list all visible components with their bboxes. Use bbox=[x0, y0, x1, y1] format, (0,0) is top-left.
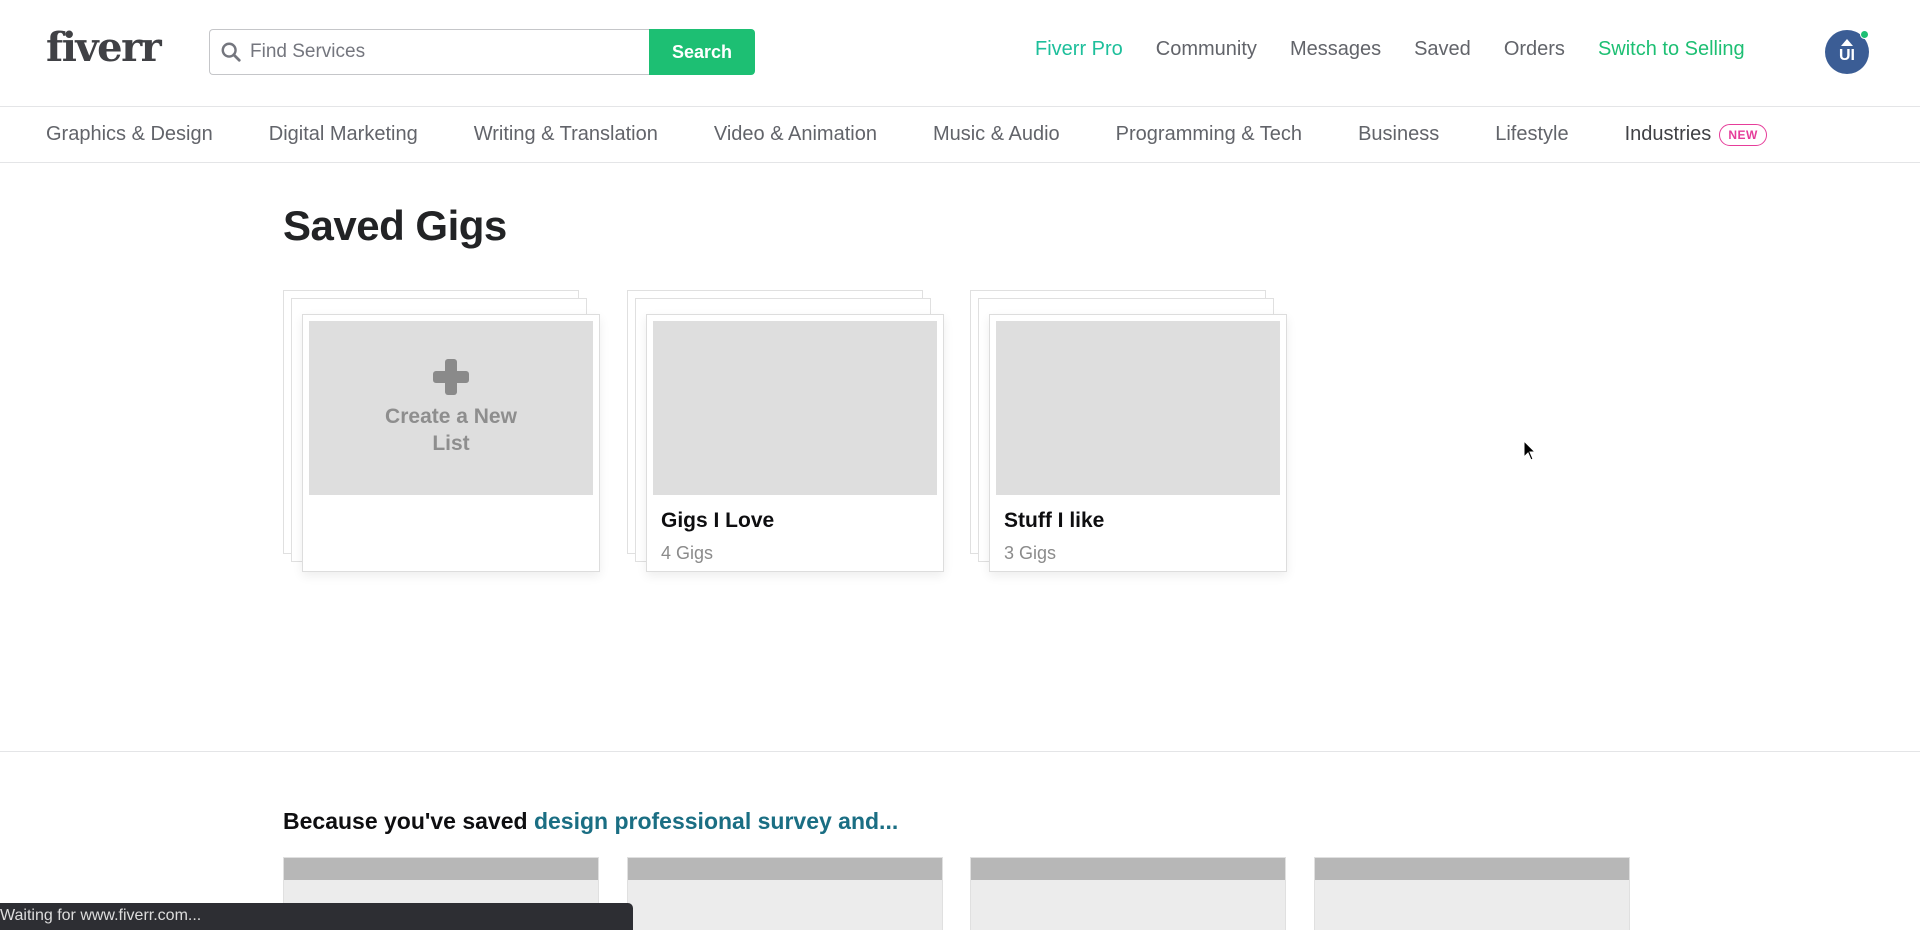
category-lifestyle[interactable]: Lifestyle bbox=[1495, 123, 1568, 146]
section-divider bbox=[0, 751, 1920, 752]
recommendations-title: Because you've saved design professional… bbox=[283, 808, 898, 835]
gig-card-placeholder[interactable] bbox=[627, 857, 943, 930]
search-icon bbox=[221, 42, 241, 62]
saved-list-card[interactable]: Gigs I Love 4 Gigs bbox=[627, 290, 944, 572]
gig-card-placeholder[interactable] bbox=[970, 857, 1286, 930]
list-count: 4 Gigs bbox=[661, 543, 714, 563]
arrow-up-icon bbox=[1841, 39, 1853, 46]
list-count: 3 Gigs bbox=[1004, 543, 1057, 563]
category-business[interactable]: Business bbox=[1358, 123, 1439, 146]
gig-card-placeholder[interactable] bbox=[1314, 857, 1630, 930]
nav-switch-to-selling[interactable]: Switch to Selling bbox=[1598, 38, 1745, 61]
create-list-content: Create a New List bbox=[309, 321, 593, 495]
category-nav: Graphics & Design Digital Marketing Writ… bbox=[0, 107, 1920, 163]
page-title: Saved Gigs bbox=[283, 202, 507, 249]
nav-saved[interactable]: Saved bbox=[1414, 38, 1471, 61]
search-input[interactable] bbox=[250, 41, 630, 63]
browser-status-bar: Waiting for www.fiverr.com... bbox=[0, 903, 633, 930]
card-thumbnail bbox=[996, 321, 1280, 495]
top-header: fiverr Search Fiverr Pro Community Messa… bbox=[0, 0, 1920, 107]
new-badge: NEW bbox=[1719, 123, 1767, 146]
category-writing-translation[interactable]: Writing & Translation bbox=[474, 123, 658, 146]
category-video-animation[interactable]: Video & Animation bbox=[714, 123, 877, 146]
online-status-dot bbox=[1860, 30, 1869, 39]
card-front: Stuff I like 3 Gigs bbox=[989, 314, 1287, 572]
plus-icon bbox=[433, 359, 469, 395]
gig-card-header bbox=[971, 858, 1285, 880]
category-graphics-design[interactable]: Graphics & Design bbox=[46, 123, 213, 146]
user-avatar[interactable]: UI bbox=[1825, 30, 1869, 74]
card-front: Gigs I Love 4 Gigs bbox=[646, 314, 944, 572]
category-music-audio[interactable]: Music & Audio bbox=[933, 123, 1060, 146]
search-button[interactable]: Search bbox=[649, 29, 755, 75]
card-front: Create a New List bbox=[302, 314, 600, 572]
recommendations-prefix: Because you've saved bbox=[283, 808, 534, 834]
card-thumbnail bbox=[653, 321, 937, 495]
mouse-cursor-icon bbox=[1523, 440, 1537, 461]
top-nav: Fiverr Pro Community Messages Saved Orde… bbox=[1035, 38, 1745, 61]
nav-orders[interactable]: Orders bbox=[1504, 38, 1565, 61]
gig-card-header bbox=[628, 858, 942, 880]
category-programming-tech[interactable]: Programming & Tech bbox=[1116, 123, 1302, 146]
search-field[interactable] bbox=[209, 29, 649, 75]
list-name: Stuff I like bbox=[1004, 509, 1105, 532]
category-industries[interactable]: Industries bbox=[1625, 123, 1712, 146]
search-bar: Search bbox=[209, 29, 755, 75]
nav-community[interactable]: Community bbox=[1156, 38, 1257, 61]
nav-fiverr-pro[interactable]: Fiverr Pro bbox=[1035, 38, 1123, 61]
recommendations-link[interactable]: design professional survey and... bbox=[534, 808, 898, 834]
avatar-initials: UI bbox=[1839, 47, 1855, 64]
category-digital-marketing[interactable]: Digital Marketing bbox=[269, 123, 418, 146]
gig-card-header bbox=[284, 858, 598, 880]
create-new-list-card[interactable]: Create a New List bbox=[283, 290, 600, 572]
create-list-label: Create a New List bbox=[385, 405, 517, 455]
fiverr-logo[interactable]: fiverr bbox=[46, 24, 162, 71]
saved-list-card[interactable]: Stuff I like 3 Gigs bbox=[970, 290, 1287, 572]
gig-card-header bbox=[1315, 858, 1629, 880]
card-thumbnail: Create a New List bbox=[309, 321, 593, 495]
nav-messages[interactable]: Messages bbox=[1290, 38, 1381, 61]
list-name: Gigs I Love bbox=[661, 509, 775, 532]
